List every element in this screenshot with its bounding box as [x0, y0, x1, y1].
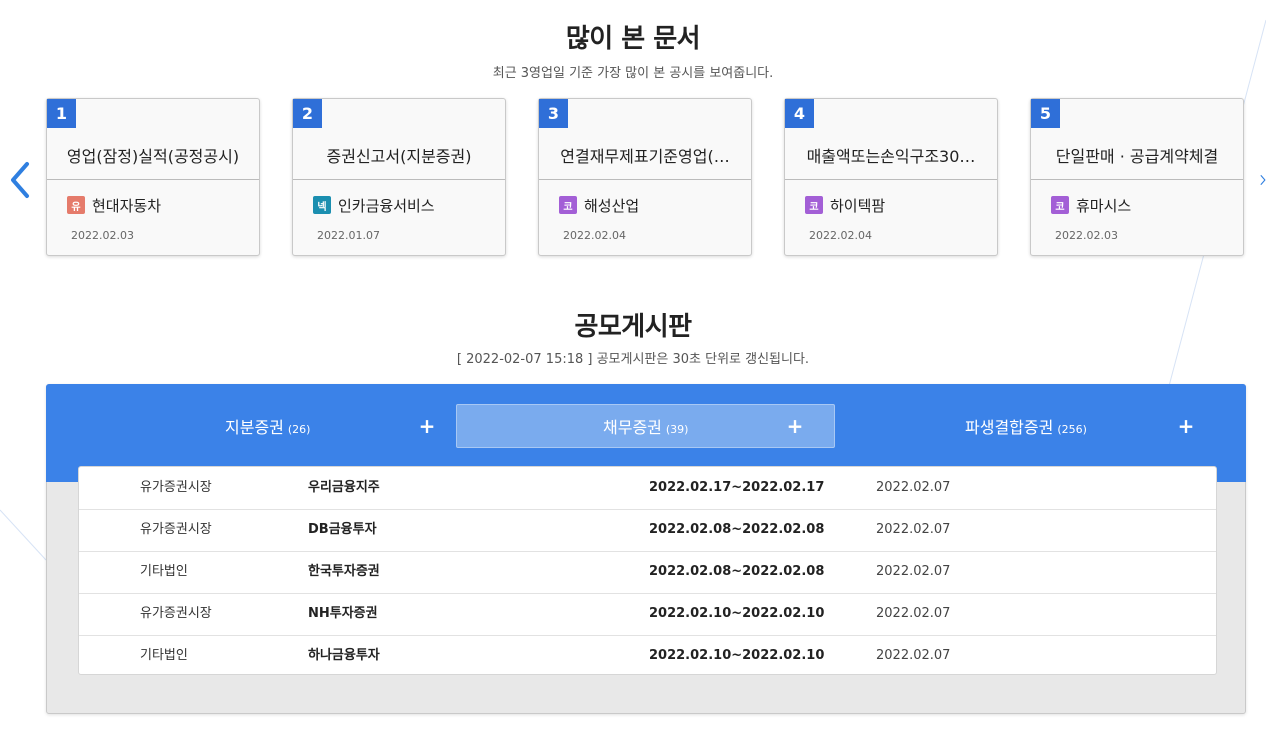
table-row[interactable]: 유가증권시장 NH투자증권 2022.02.10~2022.02.10 2022… — [79, 593, 1216, 636]
tab-count: (26) — [287, 423, 311, 436]
posted-date-cell: 2022.02.07 — [876, 480, 951, 495]
offering-table: 유가증권시장 우리금융지주 2022.02.17~2022.02.17 2022… — [78, 466, 1217, 675]
popular-section-title: 많이 본 문서 — [565, 24, 701, 54]
board-section-title: 공모게시판 — [574, 312, 692, 342]
market-cell: 유가증권시장 — [140, 480, 212, 495]
company-name: 해성산업 — [584, 196, 640, 215]
board-section-subtitle: [ 2022-02-07 15:18 ] 공모게시판은 30초 단위로 갱신됩니… — [456, 352, 810, 367]
company-cell[interactable]: 우리금융지주 — [308, 467, 380, 509]
card-date: 2022.02.03 — [1055, 229, 1118, 242]
market-badge: 코 — [805, 196, 823, 214]
rank-badge: 5 — [1031, 99, 1060, 128]
table-row[interactable]: 유가증권시장 DB금융투자 2022.02.08~2022.02.08 2022… — [79, 509, 1216, 552]
card-company: 코 하이텍팜 — [805, 195, 885, 215]
chevron-left-icon — [11, 162, 29, 198]
card-date: 2022.01.07 — [317, 229, 380, 242]
popular-card[interactable]: 4 매출액또는손익구조30… 코 하이텍팜 2022.02.04 — [784, 98, 998, 256]
period-cell: 2022.02.17~2022.02.17 — [649, 480, 825, 495]
period-cell: 2022.02.10~2022.02.10 — [649, 648, 825, 663]
card-divider — [785, 179, 997, 180]
table-row[interactable]: 기타법인 한국투자증권 2022.02.08~2022.02.08 2022.0… — [79, 551, 1216, 594]
company-name: 현대자동차 — [92, 196, 162, 215]
market-cell: 기타법인 — [140, 648, 188, 663]
plus-icon[interactable]: + — [785, 416, 805, 436]
tab-label-wrap: 지분증권 (26) — [225, 414, 310, 438]
tab-label-wrap: 파생결합증권 (256) — [965, 414, 1087, 438]
market-cell: 기타법인 — [140, 564, 188, 579]
period-cell: 2022.02.08~2022.02.08 — [649, 564, 825, 579]
rank-badge: 1 — [47, 99, 76, 128]
popular-card[interactable]: 2 증권신고서(지분증권) 넥 인카금융서비스 2022.01.07 — [292, 98, 506, 256]
tab-label: 채무증권 — [603, 418, 662, 437]
tab-debt-securities[interactable]: 채무증권 (39) + — [456, 404, 835, 448]
tab-count: (256) — [1057, 423, 1087, 436]
tab-label-wrap: 채무증권 (39) — [603, 414, 688, 438]
market-badge: 코 — [559, 196, 577, 214]
company-name: 하이텍팜 — [830, 196, 886, 215]
company-cell[interactable]: DB금융투자 — [308, 509, 377, 551]
popular-card[interactable]: 1 영업(잠정)실적(공정공시) 유 현대자동차 2022.02.03 — [46, 98, 260, 256]
card-title: 연결재무제표기준영업(… — [560, 147, 730, 166]
carousel-prev-button[interactable] — [5, 158, 35, 202]
card-company: 넥 인카금융서비스 — [313, 195, 435, 215]
rank-badge: 4 — [785, 99, 814, 128]
chevron-right-icon — [1260, 175, 1266, 185]
card-date: 2022.02.04 — [809, 229, 872, 242]
carousel-next-button[interactable] — [1252, 158, 1266, 202]
popular-card[interactable]: 3 연결재무제표기준영업(… 코 해성산업 2022.02.04 — [538, 98, 752, 256]
tab-label: 지분증권 — [225, 418, 284, 437]
tab-count: (39) — [665, 423, 689, 436]
offering-board: 지분증권 (26) + 채무증권 (39) + 파생결합증권 (256) + 유가증권… — [46, 384, 1246, 714]
tab-equity-securities[interactable]: 지분증권 (26) + — [77, 404, 456, 448]
card-company: 코 휴마시스 — [1051, 195, 1131, 215]
market-badge: 유 — [67, 196, 85, 214]
popular-section-subtitle: 최근 3영업일 기준 가장 많이 본 공시를 보여줍니다. — [492, 66, 774, 81]
card-title: 영업(잠정)실적(공정공시) — [66, 147, 240, 166]
table-row[interactable]: 유가증권시장 우리금융지주 2022.02.17~2022.02.17 2022… — [79, 467, 1216, 510]
company-name: 휴마시스 — [1076, 196, 1132, 215]
market-cell: 유가증권시장 — [140, 606, 212, 621]
company-cell[interactable]: NH투자증권 — [308, 593, 378, 635]
plus-icon[interactable]: + — [417, 416, 437, 436]
posted-date-cell: 2022.02.07 — [876, 522, 951, 537]
plus-icon[interactable]: + — [1176, 416, 1196, 436]
card-divider — [47, 179, 259, 180]
posted-date-cell: 2022.02.07 — [876, 564, 951, 579]
card-divider — [1031, 179, 1243, 180]
rank-badge: 3 — [539, 99, 568, 128]
card-title: 단일판매 · 공급계약체결 — [1055, 147, 1219, 166]
company-cell[interactable]: 한국투자증권 — [308, 551, 380, 593]
card-divider — [293, 179, 505, 180]
posted-date-cell: 2022.02.07 — [876, 606, 951, 621]
rank-badge: 2 — [293, 99, 322, 128]
company-name: 인카금융서비스 — [338, 196, 435, 215]
market-badge: 넥 — [313, 196, 331, 214]
posted-date-cell: 2022.02.07 — [876, 648, 951, 663]
tab-derivative-securities[interactable]: 파생결합증권 (256) + — [835, 404, 1214, 448]
period-cell: 2022.02.10~2022.02.10 — [649, 606, 825, 621]
card-date: 2022.02.03 — [71, 229, 134, 242]
popular-card[interactable]: 5 단일판매 · 공급계약체결 코 휴마시스 2022.02.03 — [1030, 98, 1244, 256]
card-date: 2022.02.04 — [563, 229, 626, 242]
company-cell[interactable]: 하나금융투자 — [308, 635, 380, 677]
market-cell: 유가증권시장 — [140, 522, 212, 537]
table-row[interactable]: 기타법인 하나금융투자 2022.02.10~2022.02.10 2022.0… — [79, 635, 1216, 677]
tab-label: 파생결합증권 — [965, 418, 1054, 437]
card-company: 유 현대자동차 — [67, 195, 161, 215]
card-company: 코 해성산업 — [559, 195, 639, 215]
card-title: 매출액또는손익구조30… — [806, 147, 976, 166]
card-title: 증권신고서(지분증권) — [326, 147, 472, 166]
period-cell: 2022.02.08~2022.02.08 — [649, 522, 825, 537]
card-divider — [539, 179, 751, 180]
market-badge: 코 — [1051, 196, 1069, 214]
popular-cards: 1 영업(잠정)실적(공정공시) 유 현대자동차 2022.02.03 2 증권… — [46, 98, 1246, 258]
